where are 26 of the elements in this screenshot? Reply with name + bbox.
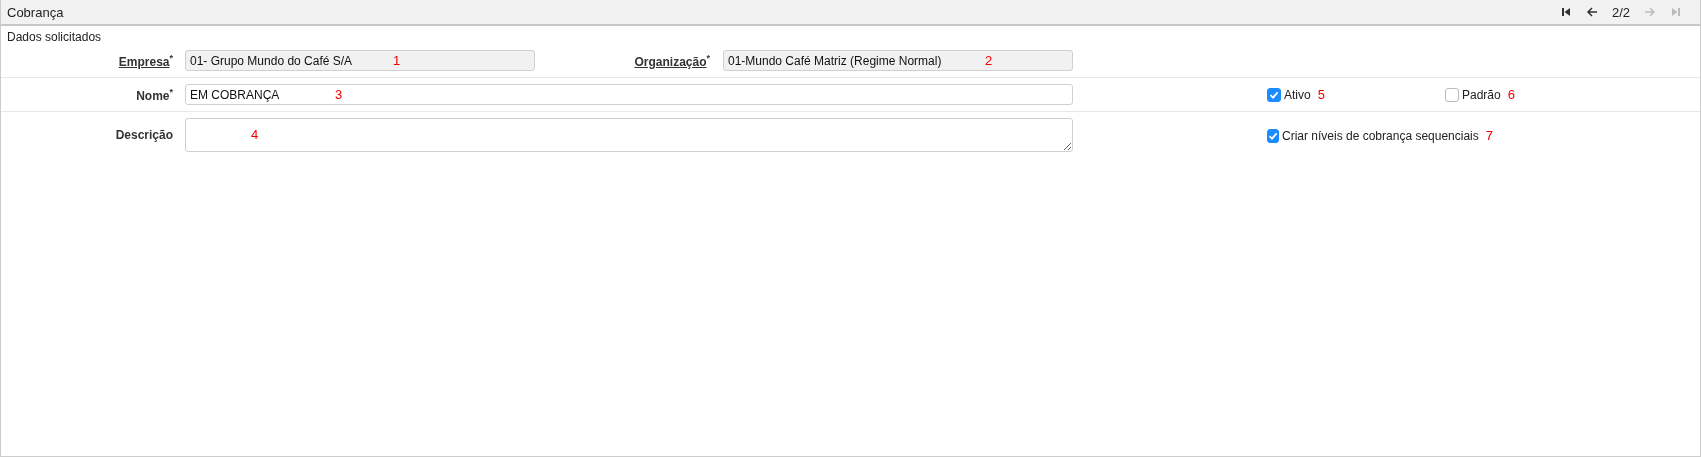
required-mark: * [169, 52, 173, 63]
checkbox[interactable] [1445, 87, 1459, 102]
field-label: Nome [136, 88, 170, 103]
checkbox-label: Criar níveis de cobrança sequenciais [1282, 128, 1479, 143]
field-label: Empresa [118, 54, 170, 69]
description-field[interactable] [185, 118, 1073, 152]
checkbox[interactable] [1267, 87, 1281, 102]
field-label: Descrição [115, 128, 173, 142]
annotation-number: 5 [1317, 87, 1325, 102]
page-counter: 2/2 [1611, 4, 1630, 20]
first-page-icon[interactable] [1559, 6, 1572, 18]
checkbox[interactable] [1267, 128, 1279, 143]
section-title: Dados solicitados [6, 29, 103, 44]
window-title: Cobrança [7, 4, 65, 20]
required-mark: * [169, 86, 173, 97]
annotation-number: 3 [335, 88, 343, 101]
field-label: Organização [634, 54, 707, 69]
annotation-number: 2 [985, 54, 993, 67]
left-arrow-icon[interactable] [1585, 6, 1598, 18]
checkbox-label: Padrão [1462, 87, 1501, 102]
checkbox-label: Ativo [1284, 87, 1311, 102]
annotation-number: 6 [1507, 87, 1515, 102]
annotation-number: 4 [251, 128, 259, 141]
annotation-number: 1 [393, 54, 401, 67]
required-mark: * [706, 52, 710, 63]
annotation-number: 7 [1485, 128, 1493, 143]
